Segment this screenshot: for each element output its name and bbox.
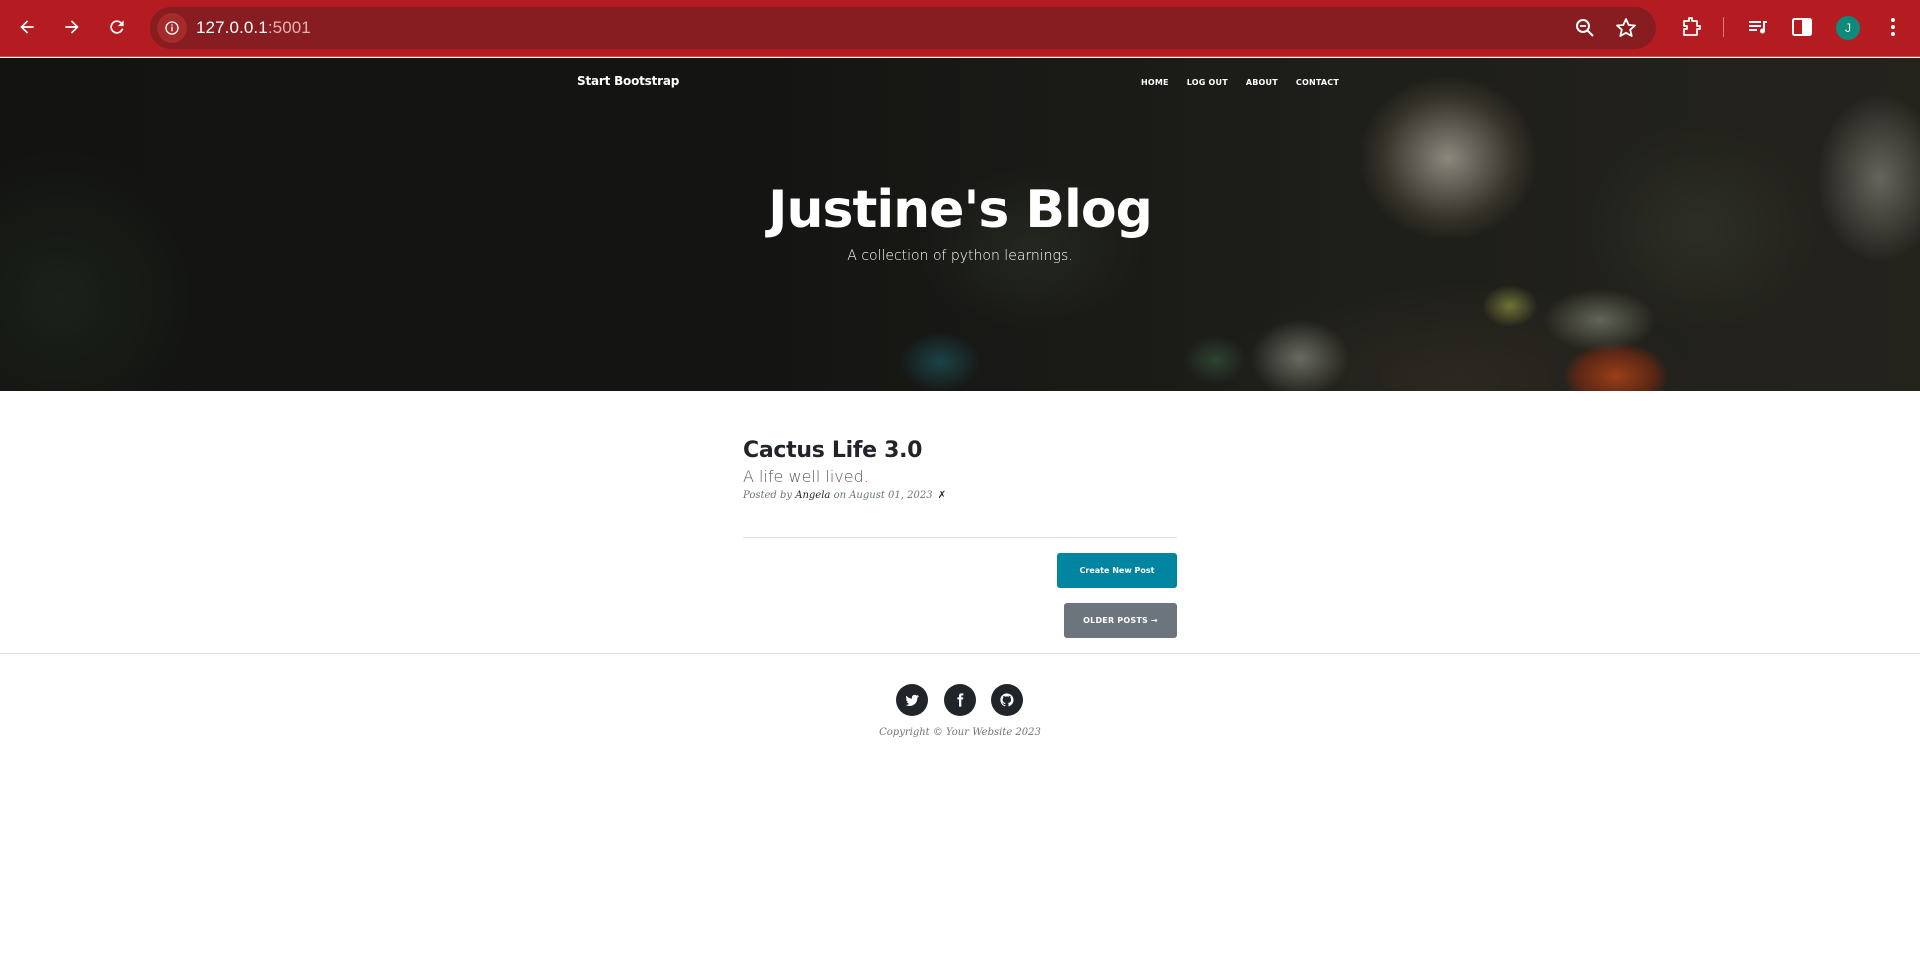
facebook-icon — [957, 693, 964, 707]
profile-avatar[interactable]: J — [1836, 16, 1860, 40]
post-meta-date: on August 01, 2023 — [830, 490, 936, 501]
url-text: 127.0.0.1:5001 — [196, 18, 311, 38]
site-heading: Justine's Blog — [768, 180, 1153, 240]
main-nav: HOME LOG OUT ABOUT CONTACT — [1141, 78, 1357, 87]
post-preview: Cactus Life 3.0 A life well lived. Poste… — [743, 438, 1177, 501]
masthead: Start Bootstrap HOME LOG OUT ABOUT CONTA… — [0, 58, 1920, 391]
github-link[interactable] — [991, 684, 1023, 716]
post-title[interactable]: Cactus Life 3.0 — [743, 438, 1177, 463]
older-posts-button[interactable]: OLDER POSTS → — [1064, 603, 1177, 638]
nav-link-log-out[interactable]: LOG OUT — [1187, 78, 1228, 87]
footer-divider — [0, 653, 1920, 654]
reload-button[interactable] — [100, 10, 134, 44]
url-port: :5001 — [267, 18, 311, 37]
copyright-text: Copyright © Your Website 2023 — [879, 727, 1041, 738]
create-new-post-button[interactable]: Create New Post — [1057, 553, 1177, 588]
media-playlist-icon[interactable] — [1746, 15, 1770, 39]
extensions-icon[interactable] — [1679, 15, 1703, 39]
forward-button[interactable] — [55, 10, 89, 44]
site-subheading: A collection of python learnings. — [847, 248, 1073, 264]
nav-link-about[interactable]: ABOUT — [1246, 78, 1278, 87]
address-bar[interactable]: 127.0.0.1:5001 — [150, 7, 1656, 49]
zoom-icon[interactable] — [1573, 16, 1597, 40]
url-host: 127.0.0.1 — [196, 18, 268, 37]
bookmark-star-icon[interactable] — [1614, 16, 1638, 40]
side-panel-icon[interactable] — [1790, 15, 1814, 39]
back-button[interactable] — [10, 10, 44, 44]
toolbar-separator — [1723, 17, 1724, 37]
twitter-icon — [905, 694, 919, 707]
post-divider — [743, 537, 1177, 538]
browser-toolbar: 127.0.0.1:5001 J — [0, 0, 1920, 57]
nav-link-contact[interactable]: CONTACT — [1296, 78, 1339, 87]
more-menu-icon[interactable] — [1881, 15, 1905, 39]
reload-icon — [110, 20, 124, 34]
nav-link-home[interactable]: HOME — [1141, 78, 1169, 87]
post-subtitle[interactable]: A life well lived. — [743, 467, 1177, 486]
facebook-link[interactable] — [944, 684, 976, 716]
post-author-link[interactable]: Angela — [795, 490, 830, 501]
twitter-link[interactable] — [896, 684, 928, 716]
github-icon — [1000, 693, 1014, 707]
delete-post-icon[interactable]: ✗ — [938, 490, 946, 501]
arrow-right-icon — [65, 20, 79, 34]
arrow-left-icon — [20, 20, 34, 34]
post-meta: Posted by Angela on August 01, 2023 ✗ — [743, 490, 1177, 501]
site-info-button[interactable] — [157, 13, 187, 43]
navbar-brand[interactable]: Start Bootstrap — [577, 74, 679, 88]
post-meta-prefix: Posted by — [743, 490, 796, 501]
info-icon — [165, 21, 179, 35]
